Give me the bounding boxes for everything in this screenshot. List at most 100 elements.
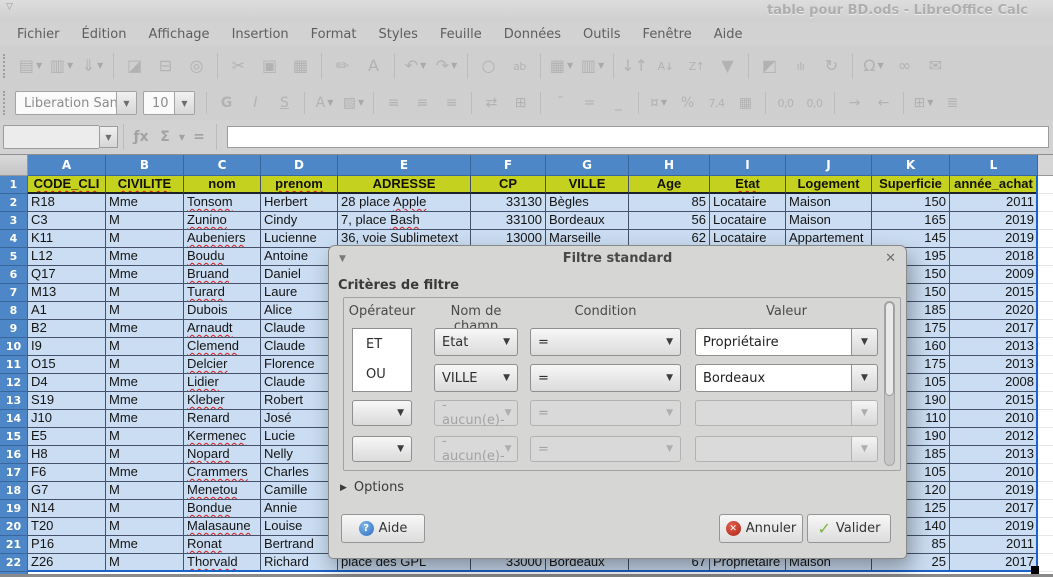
sort-descending-button[interactable]: Z↑ [681, 52, 712, 80]
cell-C11[interactable]: Delcier [184, 356, 261, 374]
value-input-1[interactable]: Propriétaire [695, 328, 852, 356]
cell-G2[interactable]: Bègles [546, 194, 629, 212]
cell-B7[interactable]: M [106, 284, 184, 302]
dialog-close-icon[interactable]: ✕ [885, 246, 896, 272]
cell-B13[interactable]: Mme [106, 392, 184, 410]
cell-D1[interactable]: prenom [261, 176, 338, 194]
row-header-13[interactable]: 13 [0, 392, 28, 410]
cell-A10[interactable]: I9 [28, 338, 106, 356]
cell-D17[interactable]: Charles [261, 464, 338, 482]
cell-D14[interactable]: José [261, 410, 338, 428]
cell-C13[interactable]: Kleber [184, 392, 261, 410]
function-wizard-icon[interactable]: ƒx [129, 125, 153, 149]
cell-C12[interactable]: Lidier [184, 374, 261, 392]
value-dropdown-icon-1[interactable]: ▼ [851, 328, 878, 356]
number-format-button[interactable]: 7,4 [702, 91, 731, 115]
cell-B10[interactable]: M [106, 338, 184, 356]
cell-E2[interactable]: 28 place Apple [338, 194, 471, 212]
cell-D5[interactable]: Antoine [261, 248, 338, 266]
column-header-H[interactable]: H [629, 155, 710, 176]
column-header-B[interactable]: B [106, 155, 184, 176]
cell-D9[interactable]: Claude [261, 320, 338, 338]
cell-J3[interactable]: Maison [786, 212, 872, 230]
column-header-E[interactable]: E [338, 155, 471, 176]
operator-select-3[interactable]: ▼ [352, 400, 412, 426]
menu-affichage[interactable]: Affichage [137, 25, 220, 44]
value-dropdown-icon-3[interactable]: ▼ [851, 400, 878, 426]
cell-C14[interactable]: Renard [184, 410, 261, 428]
cell-L13[interactable]: 2015 [950, 392, 1038, 410]
window-menu-icon[interactable]: ▽ [6, 2, 13, 12]
insert-rows-button[interactable]: ▦▼ [546, 52, 577, 80]
cell-C20[interactable]: Malasaune [184, 518, 261, 536]
cell-L17[interactable]: 2010 [950, 464, 1038, 482]
column-header-G[interactable]: G [546, 155, 629, 176]
dropdown-arrow-icon[interactable]: ▼ [174, 92, 194, 114]
cell-B19[interactable]: M [106, 500, 184, 518]
row-header-15[interactable]: 15 [0, 428, 28, 446]
cell-L4[interactable]: 2019 [950, 230, 1038, 248]
field-select-4[interactable]: - aucun(e)-▼ [434, 436, 518, 462]
value-dropdown-icon-4[interactable]: ▼ [851, 436, 878, 462]
cell-A16[interactable]: H8 [28, 446, 106, 464]
redo-button[interactable]: ↷▼ [431, 52, 462, 80]
align-left-button[interactable]: ≡ [379, 91, 408, 115]
cell-L10[interactable]: 2013 [950, 338, 1038, 356]
cell-J1[interactable]: Logement [786, 176, 872, 194]
autofilter-button[interactable]: ▼ [712, 52, 743, 80]
insert-comment-button[interactable]: ✉ [920, 52, 951, 80]
underline-button[interactable]: S [270, 91, 299, 115]
align-top-button[interactable]: ¯ [546, 91, 575, 115]
condition-select-4[interactable]: =▼ [530, 436, 681, 462]
cell-K1[interactable]: Superficie [872, 176, 950, 194]
field-select-2[interactable]: VILLE▼ [434, 364, 518, 392]
cell-L18[interactable]: 2019 [950, 482, 1038, 500]
condition-select-1[interactable]: =▼ [530, 328, 681, 356]
column-header-C[interactable]: C [184, 155, 261, 176]
row-header-9[interactable]: 9 [0, 320, 28, 338]
menu-donnees[interactable]: Données [493, 25, 572, 44]
menu-format[interactable]: Format [300, 25, 368, 44]
cell-L15[interactable]: 2012 [950, 428, 1038, 446]
increase-indent-button[interactable]: → [840, 91, 869, 115]
column-header-D[interactable]: D [261, 155, 338, 176]
column-header-J[interactable]: J [786, 155, 872, 176]
cell-C21[interactable]: Ronat [184, 536, 261, 554]
cell-G1[interactable]: VILLE [546, 176, 629, 194]
column-header-L[interactable]: L [950, 155, 1038, 176]
export-pdf-button[interactable]: ◪ [119, 52, 150, 80]
cell-A8[interactable]: A1 [28, 302, 106, 320]
cell-L7[interactable]: 2015 [950, 284, 1038, 302]
cell-B3[interactable]: M [106, 212, 184, 230]
cell-H1[interactable]: Age [629, 176, 710, 194]
help-button[interactable]: ? Aide [341, 514, 425, 543]
cell-B1[interactable]: CIVILITE [106, 176, 184, 194]
title-bar[interactable]: ▽ table pour BD.ods - LibreOffice Calc [0, 0, 1053, 22]
undo-button[interactable]: ↶▼ [400, 52, 431, 80]
cell-K3[interactable]: 165 [872, 212, 950, 230]
cell-B15[interactable]: M [106, 428, 184, 446]
cell-L9[interactable]: 2017 [950, 320, 1038, 338]
cell-A14[interactable]: J10 [28, 410, 106, 428]
cell-B14[interactable]: Mme [106, 410, 184, 428]
wrap-text-button[interactable]: ⇄ [477, 91, 506, 115]
column-header-F[interactable]: F [471, 155, 546, 176]
toolbar-handle[interactable] [3, 54, 10, 78]
align-center-button[interactable]: ≡ [408, 91, 437, 115]
row-header-20[interactable]: 20 [0, 518, 28, 536]
row-header-8[interactable]: 8 [0, 302, 28, 320]
cell-L14[interactable]: 2010 [950, 410, 1038, 428]
paste-button[interactable]: ▦ [285, 52, 316, 80]
border-style-button[interactable]: ≣ [938, 91, 967, 115]
print-preview-button[interactable]: ◎ [181, 52, 212, 80]
row-header-6[interactable]: 6 [0, 266, 28, 284]
condition-select-3[interactable]: =▼ [530, 400, 681, 426]
operator-option-et[interactable]: ET [353, 329, 411, 359]
ok-button[interactable]: ✓ Valider [807, 514, 891, 543]
row-header-17[interactable]: 17 [0, 464, 28, 482]
cell-L1[interactable]: année_achat [950, 176, 1038, 194]
cell-B18[interactable]: M [106, 482, 184, 500]
menu-fichier[interactable]: Fichier [6, 25, 71, 44]
cell-I3[interactable]: Locataire [710, 212, 786, 230]
options-expander[interactable]: ▶ Options [340, 480, 404, 495]
